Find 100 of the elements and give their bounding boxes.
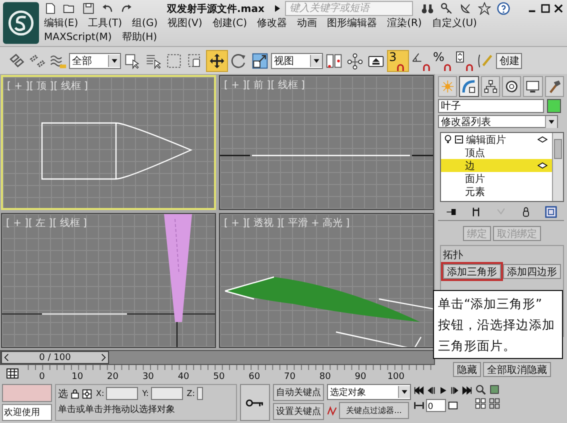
undo-icon[interactable] bbox=[101, 2, 114, 15]
welcome-label[interactable]: 欢迎使用 bbox=[2, 404, 52, 421]
crosshair-icon[interactable] bbox=[82, 388, 92, 398]
menu-item[interactable]: 渲染(R) bbox=[387, 17, 422, 31]
key-icon[interactable] bbox=[440, 2, 454, 15]
callout-note: 单击“添加三角形” 按钮，沿选择边添加 三角形面片。 bbox=[433, 290, 563, 359]
lightbulb-icon[interactable] bbox=[444, 135, 452, 144]
menu-item[interactable]: 帮助(H) bbox=[122, 31, 158, 45]
move-arrows-icon[interactable] bbox=[206, 50, 228, 72]
panel-button[interactable]: 全部取消隐藏 bbox=[483, 362, 551, 377]
coordinate-field[interactable] bbox=[106, 387, 138, 400]
key-filters-button[interactable]: 关键点过滤器... bbox=[339, 402, 409, 419]
panel-button[interactable]: 隐藏 bbox=[453, 362, 481, 377]
sub-object-item[interactable]: 边 bbox=[441, 159, 552, 172]
selection-filter-dropdown[interactable]: 全部 bbox=[69, 52, 121, 69]
menu-item[interactable]: 动画 bbox=[297, 17, 318, 31]
previous-key-icon[interactable] bbox=[426, 386, 436, 395]
menu-item[interactable]: 创建(C) bbox=[212, 17, 248, 31]
panel-button[interactable]: 添加四边形 bbox=[503, 264, 561, 279]
percent-snap-toggle[interactable]: % bbox=[432, 50, 452, 71]
coordinate-field[interactable] bbox=[150, 387, 183, 400]
menu-item[interactable]: 编辑(E) bbox=[44, 17, 78, 31]
previous-frame-icon[interactable] bbox=[4, 353, 9, 362]
hierarchy-tab-icon[interactable] bbox=[480, 76, 500, 97]
menu-item[interactable]: 修改器 bbox=[257, 17, 288, 31]
coordinate-label: Y: bbox=[142, 389, 149, 398]
object-color-swatch[interactable] bbox=[547, 99, 561, 113]
curve-icon[interactable] bbox=[327, 406, 337, 416]
play-icon[interactable] bbox=[438, 386, 448, 395]
diamond-icon bbox=[537, 136, 548, 143]
object-name-field[interactable]: 叶子 bbox=[438, 99, 544, 113]
pin-icon[interactable] bbox=[444, 206, 457, 218]
ruler-tick-label: 0 bbox=[38, 372, 46, 382]
auto-key-button[interactable]: 自动关键点 bbox=[273, 384, 324, 401]
sub-object-item[interactable]: 面片 bbox=[441, 172, 552, 185]
go-to-end-icon[interactable] bbox=[462, 386, 472, 395]
utilities-tab-icon[interactable] bbox=[544, 76, 564, 97]
menu-item[interactable]: 视图(V) bbox=[168, 17, 202, 31]
sub-object-item[interactable]: 顶点 bbox=[441, 146, 552, 159]
magnet-icon bbox=[423, 64, 430, 71]
modify-tab-icon[interactable] bbox=[459, 76, 479, 97]
zoom-all-icon[interactable] bbox=[475, 398, 486, 409]
zoom-icon[interactable] bbox=[475, 384, 486, 395]
manipulate-nodes-icon[interactable] bbox=[345, 50, 365, 71]
modifier-stack-item[interactable]: 编辑面片 bbox=[441, 133, 552, 146]
named-selection-field[interactable]: 创建 bbox=[496, 52, 522, 69]
key-mode-toggle-icon[interactable] bbox=[414, 401, 424, 410]
menu-item[interactable]: 图形编辑器 bbox=[327, 17, 378, 31]
magnet-icon bbox=[396, 64, 404, 71]
current-frame-field[interactable]: 0 bbox=[426, 399, 446, 412]
configure-sets-icon[interactable] bbox=[545, 206, 558, 218]
scrollbar[interactable] bbox=[552, 133, 563, 201]
search-field[interactable]: 键入关键字或短语 bbox=[285, 1, 414, 16]
menu-item[interactable]: 自定义(U) bbox=[432, 17, 477, 31]
modifier-list-dropdown[interactable]: 修改器列表 bbox=[438, 115, 558, 128]
next-key-icon[interactable] bbox=[450, 386, 460, 395]
new-file-icon[interactable] bbox=[44, 2, 57, 15]
spinner-snap-toggle[interactable] bbox=[453, 50, 474, 71]
go-to-start-icon[interactable] bbox=[414, 386, 424, 395]
ruler-tick-label: 30 bbox=[141, 372, 155, 382]
star-icon[interactable] bbox=[478, 2, 492, 15]
time-slider-thumb[interactable]: 0 / 100 bbox=[1, 351, 109, 364]
next-frame-icon[interactable] bbox=[100, 353, 106, 362]
coordinate-label: Z: bbox=[186, 389, 195, 398]
display-tab-icon[interactable] bbox=[523, 76, 543, 97]
set-key-button[interactable] bbox=[240, 384, 270, 421]
help-icon[interactable] bbox=[497, 2, 510, 15]
open-folder-icon[interactable] bbox=[63, 2, 76, 15]
expand-arrow-icon[interactable] bbox=[275, 5, 280, 12]
close-icon[interactable] bbox=[554, 4, 563, 13]
redo-icon[interactable] bbox=[120, 2, 133, 15]
set-key-mode-button[interactable]: 设置关键点 bbox=[273, 403, 324, 420]
prompt-text: 单击或单击并拖动以选择对象 bbox=[58, 404, 176, 416]
scale-icon[interactable] bbox=[250, 50, 270, 71]
menu-item[interactable]: 组(G) bbox=[132, 17, 158, 31]
menu-item[interactable]: MAXScript(M) bbox=[44, 31, 112, 45]
reference-coordinate-dropdown[interactable]: 视图 bbox=[271, 52, 323, 69]
binoculars-icon[interactable] bbox=[421, 2, 434, 15]
lock-icon[interactable] bbox=[70, 388, 80, 398]
key-mode-dropdown[interactable]: 选定对象 bbox=[327, 384, 411, 400]
time-config-icon[interactable] bbox=[448, 401, 458, 410]
motion-tab-icon[interactable] bbox=[502, 76, 522, 97]
collapse-icon[interactable] bbox=[455, 135, 463, 144]
ruler-tick-label: 90 bbox=[354, 372, 368, 382]
zoom-extents-icon[interactable] bbox=[489, 384, 500, 395]
sub-object-item[interactable]: 元素 bbox=[441, 185, 552, 198]
save-icon[interactable] bbox=[82, 2, 95, 15]
app-logo-icon[interactable] bbox=[3, 2, 39, 44]
color-swatch bbox=[2, 384, 52, 402]
snap-toggle[interactable]: 3 bbox=[387, 50, 409, 72]
maximize-icon[interactable] bbox=[541, 4, 550, 13]
panel-button[interactable]: 添加三角形 bbox=[443, 264, 501, 279]
coordinate-label: X: bbox=[96, 389, 104, 398]
ruler-tick-label: 20 bbox=[106, 372, 120, 382]
satellite-dish-icon[interactable] bbox=[459, 2, 472, 15]
zoom-extents-all-icon[interactable] bbox=[489, 398, 500, 409]
angle-snap-toggle[interactable] bbox=[410, 50, 431, 71]
time-slider-track[interactable]: 0 / 100 bbox=[0, 350, 435, 365]
coordinate-field[interactable] bbox=[196, 387, 203, 400]
menu-item[interactable]: 工具(T) bbox=[88, 17, 122, 31]
